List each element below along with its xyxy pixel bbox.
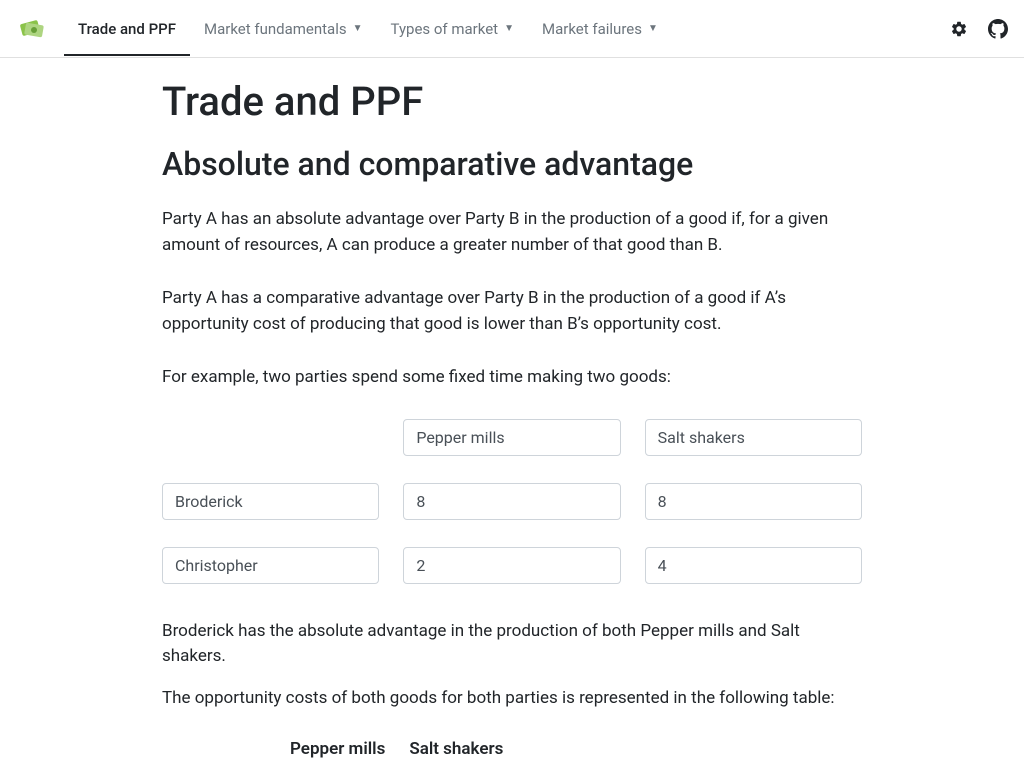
nav-market-fundamentals[interactable]: Market fundamentals ▼ xyxy=(190,2,377,56)
paragraph-example: For example, two parties spend some fixe… xyxy=(162,365,862,391)
navbar: Trade and PPF Market fundamentals ▼ Type… xyxy=(0,0,1024,58)
table-col2: Salt shakers xyxy=(409,739,503,759)
partyB-good2-input[interactable] xyxy=(645,547,862,584)
nav-market-failures[interactable]: Market failures ▼ xyxy=(528,2,672,56)
settings-button[interactable] xyxy=(950,20,968,38)
nav-trade-ppf[interactable]: Trade and PPF xyxy=(64,2,190,56)
paragraph-opportunity-intro: The opportunity costs of both goods for … xyxy=(162,686,862,712)
good2-input[interactable] xyxy=(645,419,862,456)
page-subtitle: Absolute and comparative advantage xyxy=(162,145,862,183)
partyA-name-input[interactable] xyxy=(162,483,379,520)
good1-input[interactable] xyxy=(403,419,620,456)
nav-label: Trade and PPF xyxy=(78,20,176,38)
chevron-down-icon: ▼ xyxy=(504,23,514,34)
partyA-good1-input[interactable] xyxy=(403,483,620,520)
nav-label: Types of market xyxy=(391,20,499,38)
paragraph-absolute-result: Broderick has the absolute advantage in … xyxy=(162,619,862,670)
gear-icon xyxy=(950,20,968,38)
money-icon xyxy=(17,14,47,44)
table-col1: Pepper mills xyxy=(290,739,385,759)
github-icon xyxy=(988,19,1008,39)
production-input-grid xyxy=(162,419,862,587)
nav-right xyxy=(950,19,1008,39)
paragraph-comparative: Party A has a comparative advantage over… xyxy=(162,286,862,337)
opportunity-cost-headers: Pepper mills Salt shakers xyxy=(162,739,862,759)
main-content: Trade and PPF Absolute and comparative a… xyxy=(162,58,862,759)
nav-items: Trade and PPF Market fundamentals ▼ Type… xyxy=(64,2,950,56)
github-button[interactable] xyxy=(988,19,1008,39)
nav-label: Market fundamentals xyxy=(204,20,347,38)
chevron-down-icon: ▼ xyxy=(648,23,658,34)
logo[interactable] xyxy=(16,13,48,45)
page-title: Trade and PPF xyxy=(162,78,862,125)
empty-cell xyxy=(162,419,379,459)
paragraph-absolute: Party A has an absolute advantage over P… xyxy=(162,207,862,258)
partyB-name-input[interactable] xyxy=(162,547,379,584)
partyB-good1-input[interactable] xyxy=(403,547,620,584)
nav-label: Market failures xyxy=(542,20,642,38)
nav-types-of-market[interactable]: Types of market ▼ xyxy=(377,2,528,56)
partyA-good2-input[interactable] xyxy=(645,483,862,520)
chevron-down-icon: ▼ xyxy=(353,23,363,34)
